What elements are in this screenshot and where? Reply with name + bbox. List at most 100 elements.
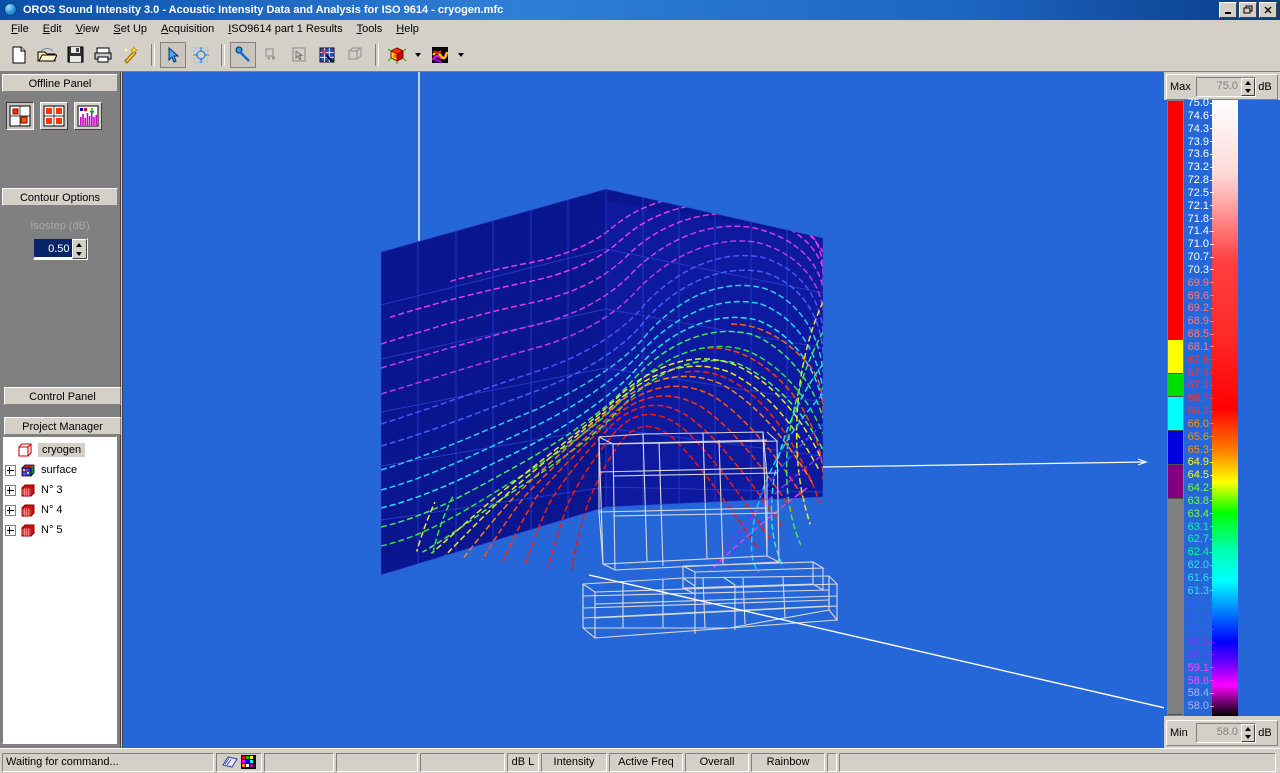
- min-value[interactable]: 58.0: [1197, 724, 1241, 742]
- status-spare: [839, 752, 1276, 772]
- min-field[interactable]: 58.0: [1196, 723, 1256, 743]
- tree-item-cryogen[interactable]: cryogen: [5, 440, 116, 460]
- tree-label: cryogen: [38, 443, 86, 457]
- scale-tick: 64.2: [1188, 483, 1214, 494]
- save-file-button[interactable]: [62, 42, 88, 68]
- wizard-button[interactable]: [118, 42, 144, 68]
- control-panel-button[interactable]: Control Panel: [4, 387, 121, 405]
- expand-icon[interactable]: [5, 524, 16, 536]
- scale-tick: 75.0: [1188, 98, 1214, 109]
- min-spin-down[interactable]: [1242, 733, 1254, 741]
- menu-tools[interactable]: Tools: [350, 21, 390, 37]
- book-icon: [222, 756, 238, 768]
- scale-tick: 62.0: [1188, 560, 1214, 571]
- tree-item-surface[interactable]: surface: [5, 460, 116, 480]
- status-indicators[interactable]: [216, 752, 262, 772]
- colored-cube-button[interactable]: [384, 42, 410, 68]
- tree-item-n5[interactable]: N° 5: [5, 520, 116, 540]
- max-label: Max: [1170, 81, 1191, 93]
- discrete-color-bar: [1167, 100, 1184, 716]
- isostep-spin-down[interactable]: [73, 249, 86, 258]
- isostep-stepper[interactable]: 0.50: [32, 238, 88, 260]
- tree-item-n4[interactable]: N° 4: [5, 500, 116, 520]
- probe-pointer-button[interactable]: [230, 41, 256, 68]
- pan-arrow-button[interactable]: [286, 42, 312, 68]
- spectrum-chart-button[interactable]: [74, 102, 102, 130]
- max-spin-down[interactable]: [1242, 87, 1254, 95]
- menu-edit[interactable]: Edit: [36, 21, 69, 37]
- min-control[interactable]: Min 58.0 dB: [1166, 720, 1278, 746]
- color-palette-button[interactable]: [427, 42, 453, 68]
- status-field-2: [336, 752, 418, 772]
- offline-panel-buttons: [0, 94, 120, 130]
- max-value[interactable]: 75.0: [1197, 78, 1241, 96]
- single-map-button[interactable]: [6, 102, 34, 130]
- scale-tick: 63.4: [1188, 508, 1214, 520]
- color-scale-area: 75.0 74.6 74.3 73.9 73.6 73.2 72.8 72.5 72.1 71.8…: [1164, 98, 1280, 716]
- grid-pick-button[interactable]: [314, 42, 340, 68]
- open-file-button[interactable]: [34, 42, 60, 68]
- color-swatch: [1168, 396, 1183, 431]
- menu-view[interactable]: View: [69, 21, 107, 37]
- min-spin-arrows[interactable]: [1241, 724, 1255, 742]
- project-tree[interactable]: cryogen surface N° 3 N° 4 N° 5: [2, 436, 117, 744]
- restore-button[interactable]: [1239, 2, 1257, 18]
- scale-tick: 65.3: [1188, 444, 1214, 456]
- color-palette-dropdown[interactable]: [455, 42, 466, 68]
- menu-file[interactable]: File: [4, 21, 36, 37]
- cube-outline-icon: [16, 442, 34, 458]
- new-file-button[interactable]: [6, 42, 32, 68]
- scale-tick: 68.1: [1188, 341, 1214, 353]
- menu-help[interactable]: Help: [389, 21, 426, 37]
- red-mesh-cube-icon: [19, 502, 37, 518]
- scale-tick: 73.6: [1188, 149, 1214, 160]
- scale-panel: Max 75.0 dB 75.0 74.6 74.3 73.9 73.6 73.2 72.8…: [1164, 72, 1280, 748]
- scale-tick: 72.1: [1188, 200, 1214, 212]
- color-swatch: [1168, 430, 1183, 465]
- scale-tick: 67.1: [1188, 380, 1214, 391]
- min-spin-up[interactable]: [1242, 725, 1254, 733]
- menu-setup[interactable]: Set Up: [106, 21, 154, 37]
- scale-tick: 59.5: [1188, 649, 1214, 661]
- scale-tick: 61.3: [1188, 585, 1214, 597]
- caret-up-icon: [1245, 81, 1251, 85]
- crosshair-target-button[interactable]: [188, 42, 214, 68]
- status-message: Waiting for command...: [2, 752, 214, 772]
- max-spin-arrows[interactable]: [1241, 78, 1255, 96]
- colored-cube-dropdown[interactable]: [412, 42, 423, 68]
- select-pointer-button[interactable]: [160, 41, 186, 68]
- 3d-viewport[interactable]: [122, 72, 1164, 748]
- isostep-spin-arrows[interactable]: [71, 239, 87, 259]
- scale-tick-labels: 75.0 74.6 74.3 73.9 73.6 73.2 72.8 72.5 72.1 71.8…: [1184, 98, 1214, 716]
- scale-tick: 63.8: [1188, 495, 1214, 507]
- expand-icon[interactable]: [5, 484, 16, 496]
- menu-acquisition[interactable]: Acquisition: [154, 21, 221, 37]
- scale-tick: 69.2: [1188, 303, 1214, 314]
- quad-map-button[interactable]: [40, 102, 68, 130]
- scale-tick: 64.5: [1188, 470, 1214, 481]
- project-manager-title[interactable]: Project Manager: [4, 417, 121, 435]
- toolbar-separator: [375, 43, 379, 66]
- isostep-label: Isostep (dB): [30, 220, 90, 232]
- caret-down-icon: [1245, 89, 1251, 93]
- rotate-hand-button[interactable]: [258, 42, 284, 68]
- scale-tick: 60.2: [1188, 624, 1214, 635]
- close-button[interactable]: [1259, 2, 1277, 18]
- tree-item-n3[interactable]: N° 3: [5, 480, 116, 500]
- expand-icon[interactable]: [5, 504, 16, 516]
- max-field[interactable]: 75.0: [1196, 77, 1256, 97]
- menu-iso-results[interactable]: ISO9614 part 1 Results: [221, 21, 349, 37]
- max-spin-up[interactable]: [1242, 79, 1254, 87]
- minimize-button[interactable]: [1219, 2, 1237, 18]
- scale-tick: 70.7: [1188, 252, 1214, 263]
- scale-tick: 66.7: [1188, 393, 1214, 404]
- scale-tick: 69.9: [1188, 277, 1214, 289]
- print-button[interactable]: [90, 42, 116, 68]
- max-control[interactable]: Max 75.0 dB: [1166, 74, 1278, 100]
- scale-tick: 74.3: [1188, 123, 1214, 135]
- wireframe-cube-button[interactable]: [342, 42, 368, 68]
- isostep-spin-up[interactable]: [73, 240, 86, 249]
- isostep-input[interactable]: 0.50: [33, 239, 72, 257]
- status-unit: dB L: [507, 752, 539, 772]
- expand-icon[interactable]: [5, 464, 16, 476]
